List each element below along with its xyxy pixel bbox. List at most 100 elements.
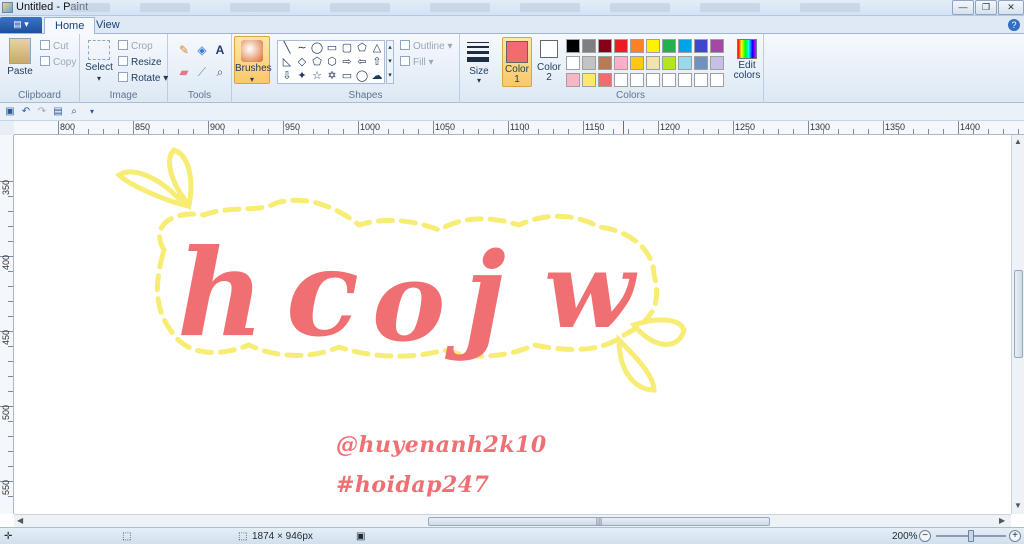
magnifier-icon[interactable]: ⌕ — [212, 64, 228, 80]
save-icon[interactable]: ▣ — [5, 107, 15, 117]
tab-view[interactable]: View — [86, 17, 130, 34]
text-tool-icon[interactable]: A — [212, 42, 228, 58]
scroll-up-icon[interactable]: ▲ — [1014, 137, 1022, 146]
paint-app-icon[interactable] — [2, 2, 13, 13]
palette-swatch[interactable] — [662, 73, 676, 87]
palette-swatch[interactable] — [630, 39, 644, 53]
triangle-shape-icon[interactable]: △ — [370, 42, 384, 54]
fill-bucket-icon[interactable]: ◈ — [194, 42, 210, 58]
palette-swatch[interactable] — [662, 56, 676, 70]
undo-icon[interactable]: ↶ — [21, 107, 31, 117]
palette-swatch[interactable] — [710, 39, 724, 53]
maximize-button[interactable]: ❐ — [975, 0, 997, 15]
pentagon-shape-icon[interactable]: ⬠ — [310, 56, 324, 68]
diamond-shape-icon[interactable]: ◇ — [295, 56, 309, 68]
pencil-icon[interactable]: ✎ — [176, 42, 192, 58]
palette-swatch[interactable] — [566, 56, 580, 70]
shapes-gallery[interactable]: ╲ ∼ ◯ ▭ ▢ ⬠ △ ◺ ◇ ⬠ ⬡ ⇨ ⇦ ⇧ ⇩ ✦ ☆ ✡ ▭ ◯ … — [277, 40, 385, 84]
edit-colors-button[interactable]: Edit colors — [732, 39, 762, 81]
palette-swatch[interactable] — [566, 73, 580, 87]
palette-swatch[interactable] — [582, 39, 596, 53]
fill-button[interactable]: Fill ▾ — [400, 56, 434, 68]
minimize-button[interactable]: — — [952, 0, 974, 15]
app-menu-button[interactable]: ▤ ▾ — [0, 17, 42, 33]
curve-shape-icon[interactable]: ∼ — [295, 42, 309, 54]
rounded-rectangle-shape-icon[interactable]: ▢ — [340, 42, 354, 54]
four-point-star-shape-icon[interactable]: ✦ — [295, 70, 309, 82]
palette-swatch[interactable] — [582, 73, 596, 87]
palette-swatch[interactable] — [694, 73, 708, 87]
five-point-star-shape-icon[interactable]: ☆ — [310, 70, 324, 82]
palette-swatch[interactable] — [646, 56, 660, 70]
right-arrow-shape-icon[interactable]: ⇨ — [340, 56, 354, 68]
palette-swatch[interactable] — [614, 39, 628, 53]
palette-swatch[interactable] — [582, 56, 596, 70]
resize-button[interactable]: Resize — [118, 56, 162, 68]
left-arrow-shape-icon[interactable]: ⇦ — [355, 56, 369, 68]
rotate-button[interactable]: Rotate ▾ — [118, 72, 168, 84]
color1-button[interactable]: Color 1 — [502, 37, 532, 87]
six-point-star-shape-icon[interactable]: ✡ — [325, 70, 339, 82]
rectangle-shape-icon[interactable]: ▭ — [325, 42, 339, 54]
down-arrow-shape-icon[interactable]: ⇩ — [280, 70, 294, 82]
palette-swatch[interactable] — [598, 56, 612, 70]
cut-button[interactable]: Cut — [40, 40, 69, 52]
oval-shape-icon[interactable]: ◯ — [310, 42, 324, 54]
crop-button[interactable]: Crop — [118, 40, 153, 52]
ruler-tick — [943, 129, 944, 134]
print-preview-icon[interactable]: ⌕ — [69, 107, 79, 117]
hexagon-shape-icon[interactable]: ⬡ — [325, 56, 339, 68]
help-icon[interactable]: ? — [1008, 19, 1020, 31]
palette-swatch[interactable] — [710, 56, 724, 70]
zoom-slider-thumb[interactable] — [968, 530, 974, 542]
line-shape-icon[interactable]: ╲ — [280, 42, 294, 54]
color-picker-icon[interactable]: ⟋ — [194, 64, 210, 80]
palette-swatch[interactable] — [566, 39, 580, 53]
brushes-button[interactable]: Brushes ▾ — [234, 36, 272, 84]
outline-button[interactable]: Outline ▾ — [400, 40, 453, 52]
palette-swatch[interactable] — [646, 39, 660, 53]
palette-swatch[interactable] — [694, 56, 708, 70]
scroll-right-icon[interactable]: ▶ — [999, 516, 1005, 525]
palette-swatch[interactable] — [598, 39, 612, 53]
palette-swatch[interactable] — [678, 73, 692, 87]
copy-button[interactable]: Copy — [40, 56, 76, 68]
cloud-callout-shape-icon[interactable]: ☁ — [370, 70, 384, 82]
size-group[interactable]: Size ▾ — [460, 34, 498, 103]
horizontal-scroll-thumb[interactable]: ||| — [428, 517, 770, 526]
ruler-tick — [8, 196, 13, 197]
eraser-icon[interactable]: ▰ — [176, 64, 192, 80]
shapes-scroll[interactable]: ▴ ▾ ▾ — [386, 40, 394, 84]
new-icon[interactable]: ▤ — [53, 107, 63, 117]
zoom-in-button[interactable]: + — [1009, 530, 1021, 542]
close-button[interactable]: ✕ — [998, 0, 1024, 15]
color2-button[interactable]: Color 2 — [536, 37, 562, 83]
palette-swatch[interactable] — [598, 73, 612, 87]
palette-swatch[interactable] — [630, 56, 644, 70]
redo-icon[interactable]: ↷ — [37, 107, 47, 117]
palette-swatch[interactable] — [646, 73, 660, 87]
drawing-canvas[interactable]: h c o j w @huyenanh2k10 #hoidap247 — [14, 135, 1011, 514]
select-button[interactable]: Select ▾ — [84, 40, 114, 84]
palette-swatch[interactable] — [630, 73, 644, 87]
palette-swatch[interactable] — [662, 39, 676, 53]
scroll-left-icon[interactable]: ◀ — [17, 516, 23, 525]
palette-swatch[interactable] — [694, 39, 708, 53]
palette-swatch[interactable] — [678, 39, 692, 53]
customize-qat-icon[interactable]: ▾ — [87, 107, 97, 117]
palette-swatch[interactable] — [614, 73, 628, 87]
callout-shape-icon[interactable]: ▭ — [340, 70, 354, 82]
up-arrow-shape-icon[interactable]: ⇧ — [370, 56, 384, 68]
polygon-shape-icon[interactable]: ⬠ — [355, 42, 369, 54]
paste-button[interactable]: Paste — [4, 38, 36, 77]
palette-swatch[interactable] — [678, 56, 692, 70]
vertical-scrollbar[interactable]: ▲ ▼ — [1011, 135, 1024, 514]
scroll-down-icon[interactable]: ▼ — [1014, 501, 1022, 510]
palette-swatch[interactable] — [710, 73, 724, 87]
vertical-scroll-thumb[interactable] — [1014, 270, 1023, 358]
zoom-out-button[interactable]: − — [919, 530, 931, 542]
horizontal-scrollbar[interactable]: ◀ ||| ▶ — [14, 514, 1011, 527]
palette-swatch[interactable] — [614, 56, 628, 70]
right-triangle-shape-icon[interactable]: ◺ — [280, 56, 294, 68]
oval-callout-shape-icon[interactable]: ◯ — [355, 70, 369, 82]
